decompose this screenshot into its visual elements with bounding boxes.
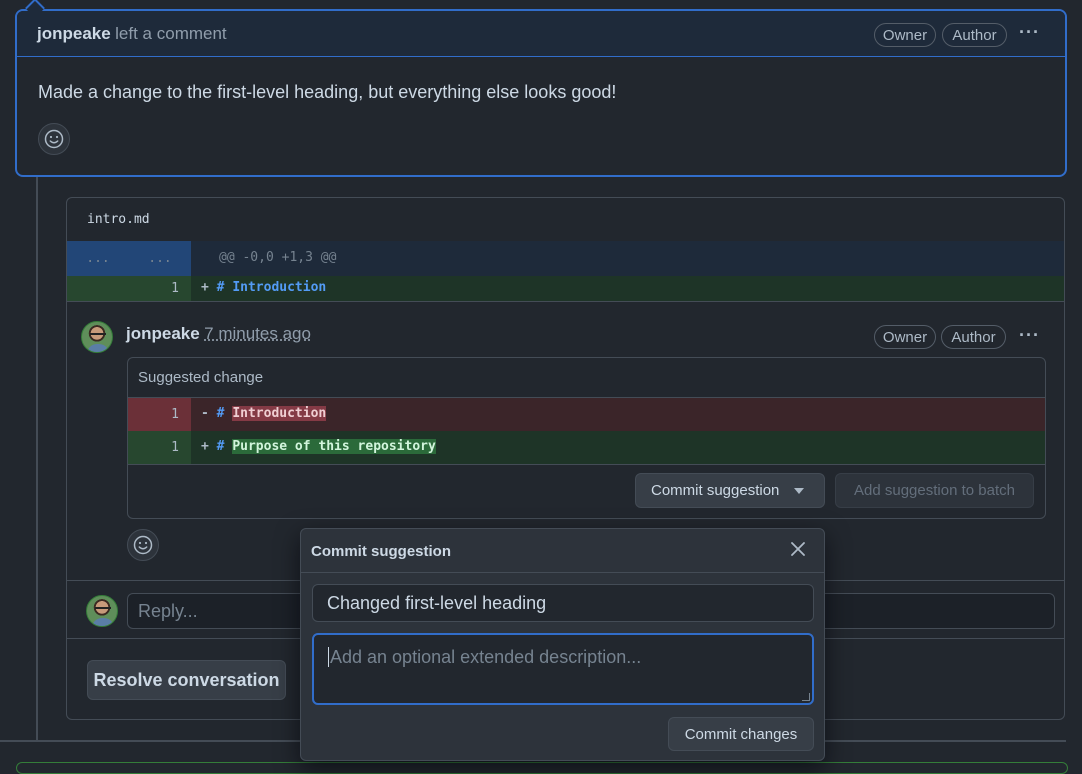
smiley-icon — [44, 129, 64, 149]
comment-timestamp[interactable]: 7 minutes ago — [204, 324, 311, 343]
author-badge: Author — [942, 23, 1007, 47]
add-reaction-button[interactable] — [127, 529, 159, 561]
removed-text: Introduction — [232, 406, 327, 421]
comment-action: left a comment — [115, 24, 227, 43]
suggested-change-header: Suggested change — [128, 358, 1045, 398]
suggested-change-box: Suggested change 1 - # Introduction 1 + … — [127, 357, 1046, 519]
smiley-icon — [133, 535, 153, 555]
x-icon — [791, 542, 805, 556]
commit-suggestion-button[interactable]: Commit suggestion — [635, 473, 825, 508]
divider — [128, 464, 1045, 465]
diff-line-text: Introduction — [232, 280, 327, 295]
timeline-line — [36, 176, 38, 742]
resize-handle[interactable] — [802, 693, 810, 701]
hunk-right-num[interactable]: ... — [129, 241, 191, 276]
author-badge: Author — [941, 325, 1006, 349]
diff-sign: - — [201, 406, 209, 421]
kebab-horizontal-icon[interactable]: ··· — [1019, 325, 1040, 346]
heading-marker: # — [216, 439, 225, 454]
popover-title: Commit suggestion — [311, 543, 452, 560]
hunk-header: @@ -0,0 +1,3 @@ — [219, 250, 337, 265]
diff-added-line: 1 + # Introduction — [67, 276, 1064, 301]
commit-message-input[interactable]: Changed first-level heading — [312, 584, 814, 622]
comment-meta: jonpeake left a comment — [37, 24, 227, 44]
line-number[interactable]: 1 — [67, 276, 191, 301]
add-suggestion-to-batch-button[interactable]: Add suggestion to batch — [835, 473, 1034, 508]
heading-marker: # — [216, 406, 225, 421]
next-timeline-item — [16, 762, 1068, 774]
description-placeholder: Add an optional extended description... — [330, 647, 642, 667]
line-number: 1 — [128, 431, 191, 464]
top-comment: jonpeake left a comment Owner Author ···… — [15, 9, 1067, 177]
extended-description-textarea[interactable]: Add an optional extended description... — [312, 633, 814, 705]
suggestion-removed-line: 1 - # Introduction — [128, 398, 1045, 431]
kebab-horizontal-icon[interactable]: ··· — [1019, 22, 1040, 43]
owner-badge: Owner — [874, 325, 936, 349]
hunk-left-num[interactable]: ... — [67, 241, 129, 276]
triangle-down-icon — [794, 487, 805, 494]
owner-badge: Owner — [874, 23, 936, 47]
resolve-conversation-button[interactable]: Resolve conversation — [87, 660, 286, 700]
line-number: 1 — [128, 398, 191, 431]
text-cursor — [328, 647, 329, 667]
avatar — [86, 595, 118, 627]
diff-sign: + — [201, 439, 209, 454]
avatar[interactable] — [81, 321, 113, 353]
comment-author[interactable]: jonpeake — [126, 324, 200, 343]
divider — [67, 301, 1064, 302]
diff-sign: + — [201, 280, 209, 295]
heading-marker: # — [216, 280, 225, 295]
popover-header: Commit suggestion — [301, 529, 824, 573]
commit-changes-button[interactable]: Commit changes — [668, 717, 814, 751]
diff-hunk-row: ... ... @@ -0,0 +1,3 @@ — [67, 241, 1064, 276]
review-comment-meta: jonpeake 7 minutes ago — [126, 324, 311, 344]
comment-author[interactable]: jonpeake — [37, 24, 111, 43]
comment-body: Made a change to the first-level heading… — [38, 82, 617, 102]
add-reaction-button[interactable] — [38, 123, 70, 155]
commit-suggestion-popover: Commit suggestion Changed first-level he… — [300, 528, 825, 761]
commit-suggestion-label: Commit suggestion — [651, 482, 780, 499]
file-name[interactable]: intro.md — [87, 212, 150, 227]
close-button[interactable] — [791, 540, 805, 560]
suggestion-added-line: 1 + # Purpose of this repository — [128, 431, 1045, 464]
added-text: Purpose of this repository — [232, 439, 436, 454]
